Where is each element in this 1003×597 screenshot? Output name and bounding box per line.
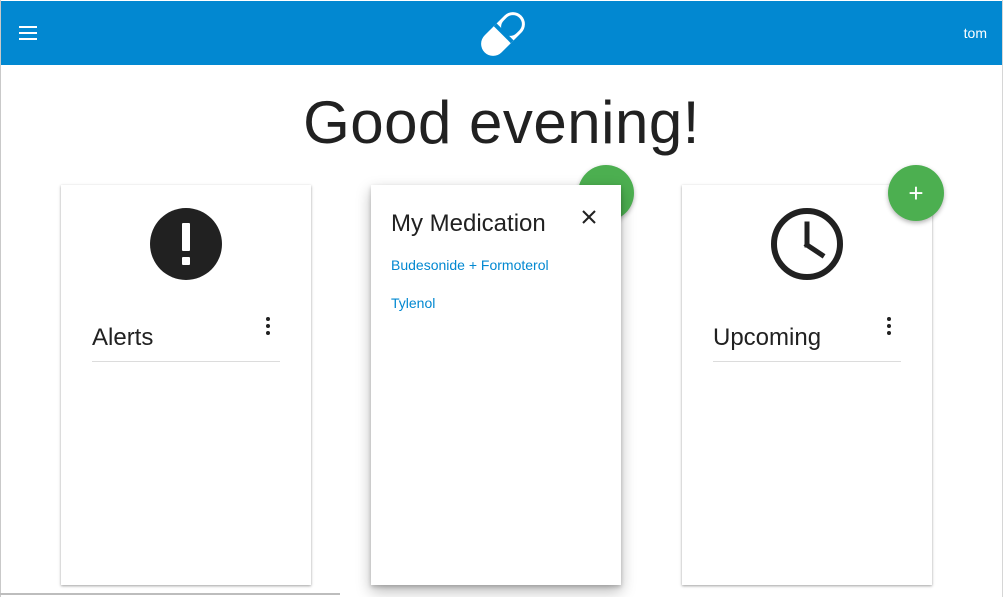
upcoming-card: Upcoming: [682, 185, 932, 585]
greeting-heading: Good evening!: [303, 89, 700, 156]
upcoming-more-button[interactable]: [878, 315, 900, 337]
medication-link-tylenol[interactable]: Tylenol: [391, 295, 435, 311]
menu-icon: [19, 26, 37, 40]
add-upcoming-button[interactable]: +: [888, 165, 944, 221]
alerts-title: Alerts: [92, 324, 154, 351]
more-vert-icon: [266, 317, 270, 321]
alerts-more-button[interactable]: [257, 315, 279, 337]
more-vert-icon: [887, 317, 891, 321]
bottom-divider: [0, 593, 340, 595]
medication-card: My Medication Budesonide + Formoterol Ty…: [371, 185, 621, 585]
upcoming-title: Upcoming: [713, 324, 822, 351]
upcoming-divider: [713, 361, 901, 362]
close-icon[interactable]: [579, 207, 599, 227]
clock-icon: [771, 208, 843, 280]
pill-icon[interactable]: [475, 7, 531, 61]
list-item: Tylenol: [391, 295, 549, 313]
user-name[interactable]: tom: [964, 25, 987, 41]
alerts-divider: [92, 361, 280, 362]
app-bar: tom: [1, 1, 1002, 65]
plus-icon: +: [908, 178, 924, 208]
list-item: Budesonide + Formoterol: [391, 257, 549, 275]
medication-title: My Medication: [391, 210, 546, 237]
medication-link-budesonide[interactable]: Budesonide + Formoterol: [391, 257, 549, 273]
alerts-card: Alerts: [61, 185, 311, 585]
menu-button[interactable]: [11, 15, 47, 51]
medication-list: Budesonide + Formoterol Tylenol: [391, 257, 549, 333]
alert-circle-icon: [150, 208, 222, 280]
